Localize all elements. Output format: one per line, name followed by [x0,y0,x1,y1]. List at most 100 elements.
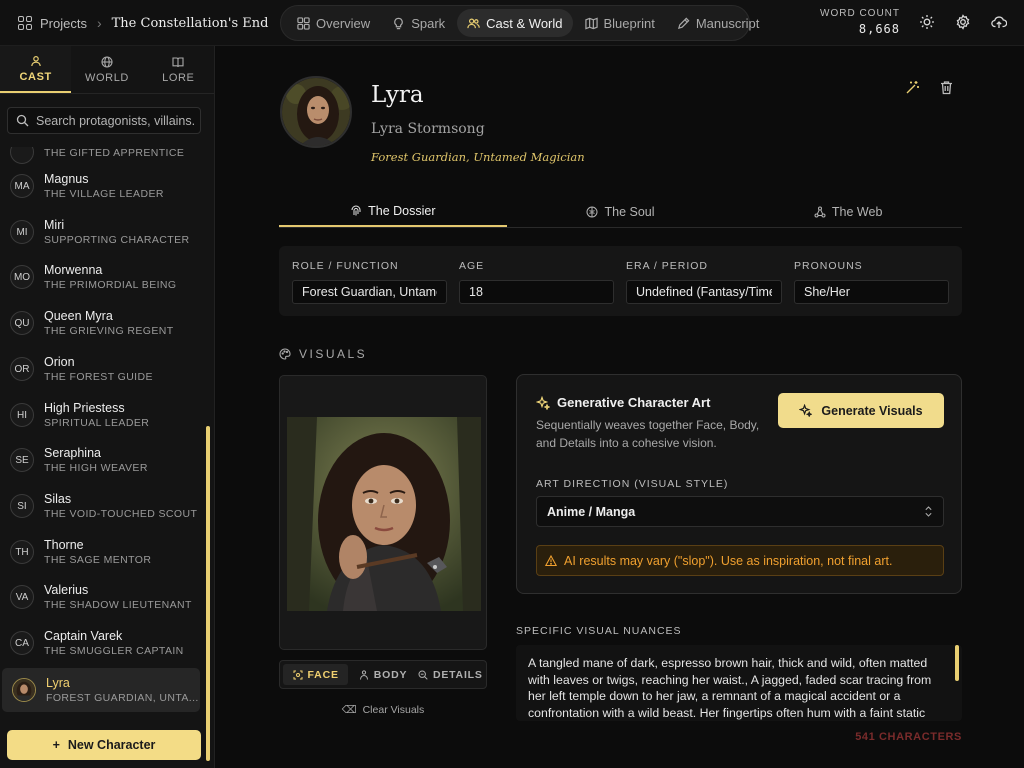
character-search-input[interactable] [36,113,196,128]
cloud-upload-button[interactable] [991,14,1009,32]
projects-link[interactable]: Projects [40,16,87,31]
character-full-name: Lyra Stormsong [371,121,485,137]
sidebar-scrollbar[interactable] [206,426,210,761]
character-item-morwenna[interactable]: MO Morwenna THE PRIMORDIAL BEING [0,255,200,299]
dossier-fields: ROLE / FUNCTION AGE ERA / PERIOD PRONOUN… [279,246,962,316]
pen-icon [677,17,690,29]
character-name: Lyra [46,676,70,690]
character-role: FOREST GUARDIAN, UNTA... [46,692,199,704]
segment-details[interactable]: DETAILS [418,664,483,685]
avatar: HI [10,403,34,427]
character-name: Miri [44,218,65,232]
art-direction-value: Anime / Manga [547,504,636,519]
sun-icon [920,15,934,29]
new-character-button[interactable]: + New Character [7,730,201,760]
theme-toggle-button[interactable] [919,14,937,32]
character-item-miri[interactable]: MI Miri SUPPORTING CHARACTER [0,210,200,254]
sidebar-tabs: CAST WORLD LORE [0,46,214,94]
generative-art-panel: Generative Character Art Sequentially we… [516,374,962,594]
character-item-lyra[interactable]: Lyra FOREST GUARDIAN, UNTA... [2,668,200,712]
era-label: ERA / PERIOD [626,260,709,272]
nav-tab-label: Cast & World [486,15,563,31]
tab-label: The Soul [604,204,655,219]
pronouns-input[interactable] [794,280,949,304]
avatar: QU [10,311,34,335]
sidebar-tab-lore[interactable]: LORE [143,46,214,93]
warning-text: AI results may vary ("slop"). Use as ins… [564,553,893,568]
character-item-orion[interactable]: OR Orion THE FOREST GUIDE [0,347,200,391]
character-item-queen-myra[interactable]: QU Queen Myra THE GRIEVING REGENT [0,301,200,345]
generate-visuals-button[interactable]: Generate Visuals [778,393,944,428]
character-role: THE SAGE MENTOR [44,554,152,566]
sparkles-icon [536,395,550,410]
nav-tab-spark[interactable]: Spark [382,9,455,37]
avatar: MI [10,220,34,244]
word-count-value: 8,668 [858,22,900,36]
character-role: THE SMUGGLER CAPTAIN [44,645,184,657]
character-name: Silas [44,492,72,506]
generate-visuals-label: Generate Visuals [821,403,923,418]
tab-dossier[interactable]: The Dossier [279,196,507,227]
sidebar-tab-world[interactable]: WORLD [71,46,142,93]
age-input[interactable] [459,280,614,304]
warning-icon [545,554,557,566]
clear-visuals-button[interactable]: ⌫ Clear Visuals [279,704,487,716]
character-item-high-priestess[interactable]: HI High Priestess SPIRITUAL LEADER [0,393,200,437]
character-art-image [287,417,481,611]
art-direction-label: ART DIRECTION (VISUAL STYLE) [536,478,729,490]
avatar: TH [10,540,34,564]
character-name: Seraphina [44,446,101,460]
sparkles-icon [799,404,813,417]
pronouns-field: PRONOUNS [794,260,949,304]
nav-tab-blueprint[interactable]: Blueprint [575,9,665,37]
character-item-magnus[interactable]: MA Magnus THE VILLAGE LEADER [0,164,200,208]
visual-nuances-label: SPECIFIC VISUAL NUANCES [516,625,682,637]
sidebar-tab-cast[interactable]: CAST [0,46,72,93]
character-portrait [280,76,352,148]
settings-button[interactable] [955,14,973,32]
character-role: THE GRIEVING REGENT [44,325,174,337]
character-item-silas[interactable]: SI Silas THE VOID-TOUCHED SCOUT [0,484,200,528]
character-item-valerius[interactable]: VA Valerius THE SHADOW LIEUTENANT [0,575,200,619]
delete-button[interactable] [939,80,955,96]
character-role: SPIRITUAL LEADER [44,417,150,429]
cloud-upload-icon [991,16,1008,28]
segment-label: DETAILS [432,668,483,681]
segment-face[interactable]: FACE [283,664,349,685]
era-input[interactable] [626,280,782,304]
book-icon [172,56,184,67]
nuances-scrollbar[interactable] [955,645,959,681]
sidebar-tab-label: WORLD [85,71,129,84]
person-icon [359,669,368,680]
character-list: THE GIFTED APPRENTICE MA Magnus THE VILLA… [0,147,205,717]
character-item-captain-varek[interactable]: CA Captain Varek THE SMUGGLER CAPTAIN [0,621,200,665]
character-name: Orion [44,355,75,369]
tab-soul[interactable]: The Soul [507,196,735,227]
character-item-thorne[interactable]: TH Thorne THE SAGE MENTOR [0,530,200,574]
visuals-heading: VISUALS [279,347,367,361]
role-input[interactable] [292,280,447,304]
projects-grid-icon[interactable] [18,16,32,30]
tab-web[interactable]: The Web [734,196,962,227]
gear-icon [956,14,970,30]
visual-nuances-textarea[interactable]: A tangled mane of dark, espresso brown h… [516,645,962,721]
avatar: SI [10,494,34,518]
character-role: THE HIGH WEAVER [44,462,148,474]
era-field: ERA / PERIOD [626,260,782,304]
character-art-picture [287,417,481,611]
avatar: CA [10,631,34,655]
magic-wand-icon [906,81,919,94]
warning-banner: AI results may vary ("slop"). Use as ins… [536,545,944,576]
segment-body[interactable]: BODY [350,664,415,685]
generative-art-title: Generative Character Art [536,395,710,410]
globe-icon [101,55,113,68]
nav-tab-overview[interactable]: Overview [287,9,380,37]
magic-wand-button[interactable] [905,80,921,96]
art-direction-select[interactable]: Anime / Manga [536,496,944,527]
bulb-icon [394,17,404,29]
nav-tab-manuscript[interactable]: Manuscript [667,9,770,37]
character-role: THE VILLAGE LEADER [44,188,164,200]
nav-tab-cast-world[interactable]: Cast & World [457,9,573,37]
clear-visuals-label: Clear Visuals [362,704,425,716]
character-item-seraphina[interactable]: SE Seraphina THE HIGH WEAVER [0,438,200,482]
